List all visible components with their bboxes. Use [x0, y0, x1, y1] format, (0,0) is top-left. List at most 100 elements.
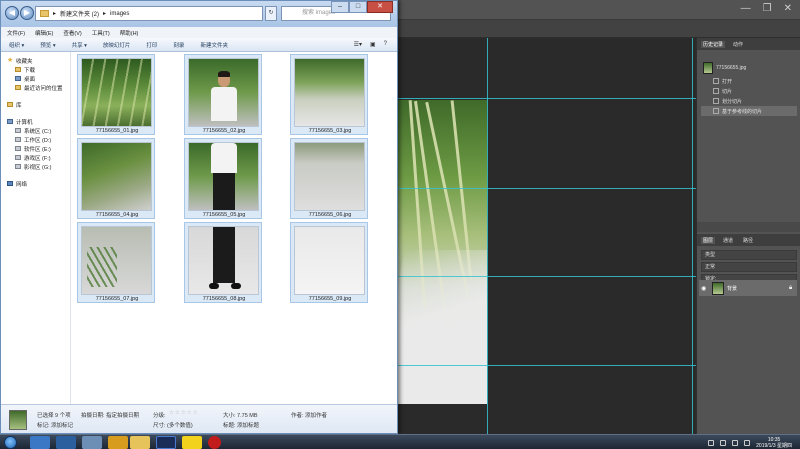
authors-field[interactable]: 作者: 添加作者 — [291, 411, 327, 419]
nav-item-downloads[interactable]: 下载 — [1, 65, 70, 74]
file-tile[interactable]: 77156655_03.jpg — [290, 54, 368, 135]
slice-guide-horizontal[interactable] — [398, 188, 696, 189]
refresh-button[interactable]: ↻ — [265, 6, 277, 21]
ps-document-image[interactable] — [398, 100, 487, 404]
history-item-divide-slice[interactable]: 划分切片 — [701, 96, 797, 106]
file-tile[interactable]: 77156655_02.jpg — [184, 54, 262, 135]
tray-icon[interactable] — [720, 439, 727, 446]
preview-pane-icon[interactable]: ▣ — [370, 41, 376, 48]
breadcrumb-item[interactable]: 新建文件夹 (2) — [60, 9, 99, 18]
view-controls: ☰▾ ▣ ? — [354, 41, 387, 48]
selection-thumbnail — [9, 410, 27, 430]
new-folder-button[interactable]: 新建文件夹 — [200, 41, 228, 49]
title-field[interactable]: 标题: 添加标题 — [223, 421, 259, 429]
taskbar-app-icon[interactable] — [82, 436, 102, 449]
address-bar[interactable]: ▸ 新建文件夹 (2) ▸ images — [35, 6, 263, 21]
taskbar-app-icon[interactable] — [30, 436, 50, 449]
date-taken-field[interactable]: 拍摄日期: 指定拍摄日期 — [81, 411, 139, 419]
network-tray-icon[interactable] — [732, 439, 739, 446]
slice-guide-vertical[interactable] — [692, 38, 693, 434]
breadcrumb-item[interactable]: images — [110, 11, 129, 17]
history-snapshot[interactable]: 77156655.jpg — [701, 60, 797, 76]
layers-panel-tabs: 图层 通道 路径 — [697, 234, 800, 246]
layer-row-background[interactable]: ◉ 背景 🔒︎ — [699, 280, 797, 296]
back-button[interactable]: ◀ — [5, 6, 19, 20]
maximize-button[interactable]: □ — [349, 1, 367, 13]
drive-icon — [15, 137, 21, 142]
slideshow-button[interactable]: 放映幻灯片 — [103, 41, 131, 49]
favorites-header[interactable]: ★ 收藏夹 — [1, 56, 70, 65]
taskbar-app-icon[interactable] — [56, 436, 76, 449]
nav-item-drive-f[interactable]: 游戏区 (F:) — [1, 153, 70, 162]
tray-icon[interactable] — [708, 439, 715, 446]
file-tile[interactable]: 77156655_01.jpg — [77, 54, 155, 135]
help-icon[interactable]: ? — [384, 41, 387, 48]
photoshop-taskbar-icon[interactable] — [156, 436, 176, 449]
nav-label: 软件区 (E:) — [24, 146, 51, 153]
ps-canvas-area[interactable] — [398, 38, 696, 434]
tags-field[interactable]: 标记: 添加标记 — [37, 421, 73, 429]
rating-stars[interactable]: ☆☆☆☆☆ — [169, 410, 199, 416]
menu-file[interactable]: 文件(F) — [7, 29, 25, 37]
tab-channels[interactable]: 通道 — [721, 237, 735, 244]
file-tile[interactable]: 77156655_04.jpg — [77, 138, 155, 219]
nav-item-drive-d[interactable]: 工作区 (D:) — [1, 135, 70, 144]
tab-paths[interactable]: 路径 — [741, 237, 755, 244]
file-tile[interactable]: 77156655_05.jpg — [184, 138, 262, 219]
start-button[interactable] — [4, 436, 17, 449]
nav-item-drive-g[interactable]: 影视区 (G:) — [1, 162, 70, 171]
nav-item-drive-e[interactable]: 软件区 (E:) — [1, 144, 70, 153]
blend-mode-select[interactable]: 正常 — [701, 262, 797, 272]
layers-panel: 图层 通道 路径 类型 正常 锁定: ◉ 背景 🔒︎ — [697, 234, 800, 434]
eye-icon[interactable]: ◉ — [701, 285, 709, 292]
menu-edit[interactable]: 编辑(E) — [35, 29, 53, 37]
nav-item-drive-c[interactable]: 系统区 (C:) — [1, 126, 70, 135]
explorer-title-bar: ◀ ▶ ▸ 新建文件夹 (2) ▸ images ↻ 搜索 images – □… — [1, 1, 397, 27]
tab-layers[interactable]: 图层 — [701, 236, 716, 244]
nav-label: 桌面 — [24, 76, 36, 83]
burn-button[interactable]: 刻录 — [173, 41, 184, 49]
menu-tools[interactable]: 工具(T) — [92, 29, 110, 37]
star-icon: ★ — [7, 56, 14, 64]
taskbar-app-icon[interactable] — [182, 436, 202, 449]
nav-item-desktop[interactable]: 桌面 — [1, 74, 70, 83]
minimize-icon[interactable]: — — [741, 3, 751, 14]
organize-button[interactable]: 组织 ▾ — [9, 41, 24, 49]
forward-button[interactable]: ▶ — [20, 6, 34, 20]
slice-guide-horizontal[interactable] — [398, 98, 696, 99]
close-icon[interactable]: ✕ — [784, 3, 792, 14]
layer-kind-filter[interactable]: 类型 — [701, 250, 797, 260]
history-item-slice[interactable]: 切片 — [701, 86, 797, 96]
slice-guide-vertical[interactable] — [487, 38, 488, 434]
libraries-header[interactable]: 库 — [1, 100, 70, 109]
history-item-open[interactable]: 打开 — [701, 76, 797, 86]
file-tile[interactable]: 77156655_09.jpg — [290, 222, 368, 303]
print-button[interactable]: 打印 — [146, 41, 157, 49]
clock[interactable]: 10:35 2019/1/3 星期四 — [756, 437, 792, 449]
view-options-icon[interactable]: ☰▾ — [354, 41, 362, 48]
file-tile[interactable]: 77156655_06.jpg — [290, 138, 368, 219]
history-step-icon — [713, 78, 719, 84]
menu-view[interactable]: 查看(V) — [63, 29, 81, 37]
nav-item-recent-places[interactable]: 最近访问的位置 — [1, 83, 70, 92]
file-name: 77156655_06.jpg — [308, 212, 352, 218]
preview-button[interactable]: 预览 ▾ — [40, 41, 55, 49]
share-button[interactable]: 共享 ▾ — [72, 41, 87, 49]
tab-actions[interactable]: 动作 — [731, 41, 745, 48]
file-tile[interactable]: 77156655_08.jpg — [184, 222, 262, 303]
tab-history[interactable]: 历史记录 — [701, 40, 726, 48]
computer-header[interactable]: 计算机 — [1, 117, 70, 126]
file-tile[interactable]: 77156655_07.jpg — [77, 222, 155, 303]
history-item-slice-from-guides[interactable]: 基于参考线的切片 — [701, 106, 797, 116]
restore-icon[interactable]: ❐ — [763, 3, 772, 14]
close-button[interactable]: ✕ — [367, 1, 393, 13]
taskbar-app-icon[interactable] — [108, 436, 128, 449]
volume-icon[interactable] — [744, 439, 751, 446]
menu-help[interactable]: 帮助(H) — [120, 29, 139, 37]
explorer-taskbar-icon[interactable] — [130, 436, 150, 449]
network-header[interactable]: 网络 — [1, 179, 70, 188]
minimize-button[interactable]: – — [331, 1, 349, 13]
slice-guide-horizontal[interactable] — [398, 276, 696, 277]
slice-guide-horizontal[interactable] — [398, 365, 696, 366]
record-icon[interactable] — [208, 436, 221, 449]
